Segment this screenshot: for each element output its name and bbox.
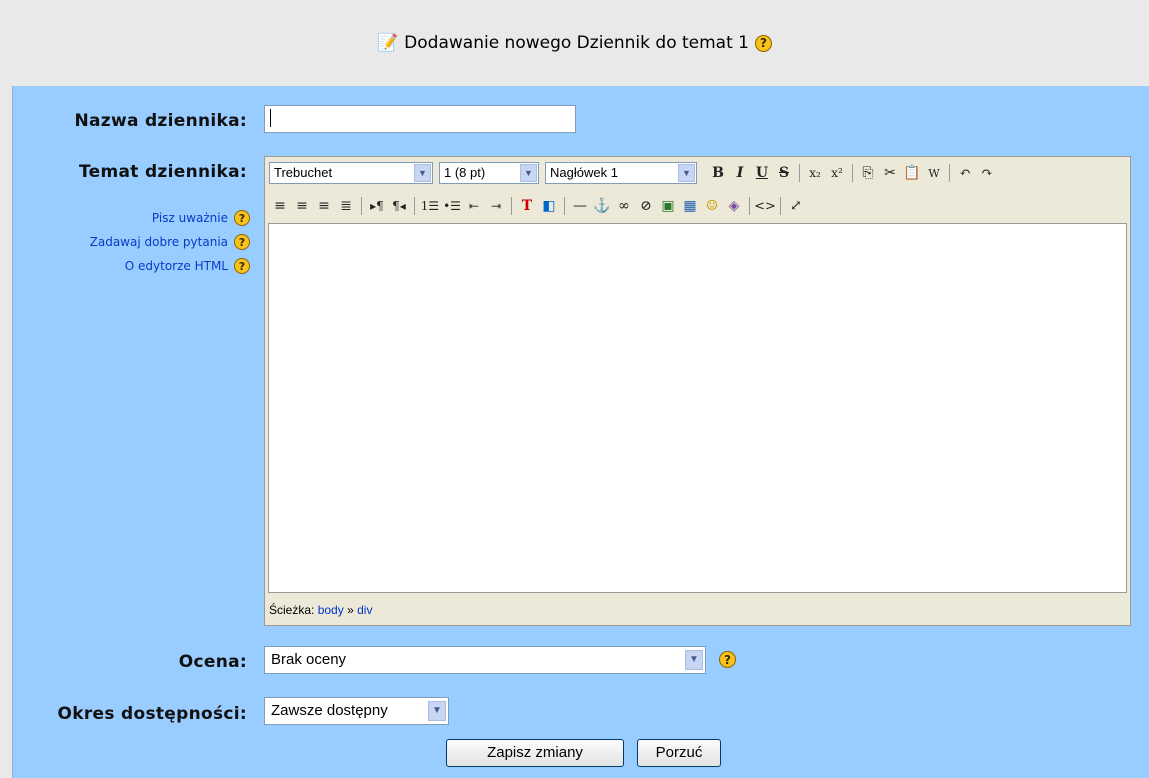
fullscreen-icon[interactable]: ⤢ [785,195,807,217]
background-color-icon[interactable]: ◧ [538,195,560,217]
toolbar-divider [564,197,565,215]
ltr-icon[interactable]: ▸¶ [366,195,388,217]
image-icon[interactable]: ▣ [657,195,679,217]
editor-path-bar: Ścieżka: body » div [269,603,372,617]
unlink-icon[interactable]: ⊘ [635,195,657,217]
align-left-icon[interactable]: ≡ [269,195,291,217]
text-caret [270,109,271,127]
ordered-list-icon[interactable]: 1☰ [419,195,441,217]
toolbar-divider [511,197,512,215]
availability-select[interactable]: Zawsze dostępny ▼ [264,697,449,725]
font-family-select[interactable]: Trebuchet ▼ [269,162,433,184]
chevron-down-icon: ▼ [414,164,431,182]
cut-icon[interactable]: ✂ [879,162,901,184]
font-family-value: Trebuchet [274,165,333,180]
journal-name-input[interactable] [264,105,576,133]
link-icon[interactable]: ∞ [613,195,635,217]
edit-document-icon: 📝 [377,33,399,53]
chevron-down-icon: ▼ [520,164,537,182]
name-label-wrap: Nazwa dziennika: [74,111,247,131]
help-link-write-carefully[interactable]: Pisz uważnie ? [152,210,250,226]
superscript-icon[interactable]: x² [826,162,848,184]
chevron-down-icon: ▼ [428,701,446,721]
smiley-icon[interactable]: ☺ [701,195,723,217]
grade-value: Brak oceny [271,651,347,668]
help-icon[interactable]: ? [234,258,250,274]
html-editor: Trebuchet ▼ 1 (8 pt) ▼ Nagłówek 1 ▼ B I … [264,156,1131,626]
undo-icon[interactable]: ↶ [954,162,976,184]
align-center-icon[interactable]: ≡ [291,195,313,217]
path-body-link[interactable]: body [318,603,344,617]
help-link-label[interactable]: Zadawaj dobre pytania [90,235,228,249]
text-color-icon[interactable]: T [516,195,538,217]
strikethrough-icon[interactable]: S [773,162,795,184]
availability-label-wrap: Okres dostępności: [57,704,247,724]
page-title: Dodawanie nowego Dziennik do temat 1 [404,33,749,53]
outdent-icon[interactable]: ⇤ [463,195,485,217]
anchor-icon[interactable]: ⚓ [591,195,613,217]
toolbar-divider [749,197,750,215]
toolbar-divider [414,197,415,215]
align-right-icon[interactable]: ≡ [313,195,335,217]
page-title-row: 📝 Dodawanie nowego Dziennik do temat 1 ? [0,33,1149,53]
heading-value: Nagłówek 1 [550,165,618,180]
bold-icon[interactable]: B [707,162,729,184]
toolbar-divider [949,164,950,182]
help-icon[interactable]: ? [719,651,736,668]
path-label: Ścieżka: [269,603,315,617]
page-header: 📝 Dodawanie nowego Dziennik do temat 1 ? [0,0,1149,86]
cancel-button[interactable]: Porzuć [637,739,721,767]
toolbar-divider [361,197,362,215]
toolbar-divider [780,197,781,215]
chevron-down-icon: ▼ [678,164,695,182]
grade-label-wrap: Ocena: [178,652,247,672]
editor-toolbar-top: Trebuchet ▼ 1 (8 pt) ▼ Nagłówek 1 ▼ B I … [269,160,998,186]
toolbar-divider [852,164,853,182]
form-area: Nazwa dziennika: Temat dziennika: Pisz u… [12,86,1149,778]
grade-label: Ocena [178,652,240,672]
font-size-select[interactable]: 1 (8 pt) ▼ [439,162,539,184]
help-link-good-questions[interactable]: Zadawaj dobre pytania ? [90,234,250,250]
font-size-value: 1 (8 pt) [444,165,486,180]
save-button[interactable]: Zapisz zmiany [446,739,624,767]
help-icon[interactable]: ? [234,234,250,250]
editor-content-area[interactable] [268,223,1127,593]
align-justify-icon[interactable]: ≣ [335,195,357,217]
availability-value: Zawsze dostępny [271,702,388,719]
help-link-label[interactable]: O edytorze HTML [125,259,228,273]
unordered-list-icon[interactable]: •☰ [441,195,463,217]
chevron-down-icon: ▼ [685,650,703,670]
paste-icon[interactable]: 📋 [901,162,923,184]
heading-select[interactable]: Nagłówek 1 ▼ [545,162,697,184]
path-div-link[interactable]: div [357,603,372,617]
path-separator: » [347,603,354,617]
rtl-icon[interactable]: ¶◂ [388,195,410,217]
underline-icon[interactable]: U [751,162,773,184]
grade-select[interactable]: Brak oceny ▼ [264,646,706,674]
italic-icon[interactable]: I [729,162,751,184]
topic-label: Temat dziennika [79,162,240,182]
indent-icon[interactable]: ⇥ [485,195,507,217]
help-link-label[interactable]: Pisz uważnie [152,211,228,225]
html-source-icon[interactable]: <> [754,195,776,217]
subscript-icon[interactable]: x₂ [804,162,826,184]
help-icon[interactable]: ? [755,34,772,52]
paste-word-icon[interactable]: W [923,162,945,184]
redo-icon[interactable]: ↷ [976,162,998,184]
topic-label-wrap: Temat dziennika: [79,162,247,182]
editor-toolbar-bottom: ≡ ≡ ≡ ≣ ▸¶ ¶◂ 1☰ •☰ ⇤ ⇥ T ◧ — ⚓ ∞ ⊘ ▣ ▦ … [269,193,807,219]
toolbar-divider [799,164,800,182]
special-char-icon[interactable]: ◈ [723,195,745,217]
name-label: Nazwa dziennika [74,111,240,131]
availability-label: Okres dostępności [57,704,240,724]
help-link-html-editor[interactable]: O edytorze HTML ? [125,258,250,274]
copy-icon[interactable]: ⎘ [857,162,879,184]
table-icon[interactable]: ▦ [679,195,701,217]
help-icon[interactable]: ? [234,210,250,226]
horizontal-rule-icon[interactable]: — [569,195,591,217]
